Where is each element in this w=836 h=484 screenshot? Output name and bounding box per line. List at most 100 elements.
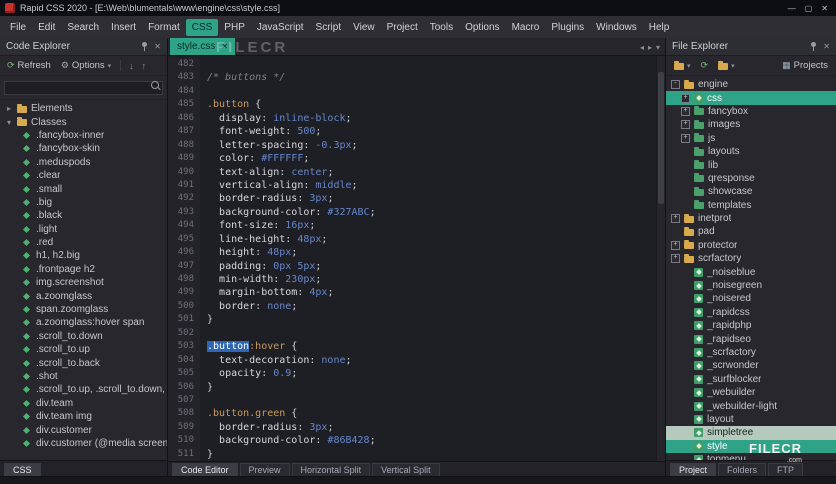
menu-item-search[interactable]: Search bbox=[61, 19, 105, 36]
tree-item[interactable]: .frontpage h2 bbox=[0, 263, 167, 276]
menu-item-insert[interactable]: Insert bbox=[105, 19, 142, 36]
expand-icon[interactable]: + bbox=[671, 254, 680, 264]
code-line[interactable]: 494 font-size: 16px; bbox=[168, 219, 656, 233]
code-line[interactable]: 497 padding: 0px 5px; bbox=[168, 259, 656, 273]
close-tab-icon[interactable]: ✕ bbox=[221, 42, 228, 51]
projects-button[interactable]: ▦ Projects bbox=[779, 59, 831, 72]
refresh-folder-button[interactable]: ⟳ bbox=[698, 59, 712, 72]
expand-icon[interactable]: + bbox=[681, 93, 690, 103]
file-tree-item[interactable]: templates bbox=[666, 199, 836, 212]
refresh-button[interactable]: ⟳ Refresh bbox=[4, 59, 54, 72]
pin-icon[interactable] bbox=[141, 42, 148, 51]
close-button[interactable]: ✕ bbox=[821, 4, 828, 13]
tree-item[interactable]: .small bbox=[0, 182, 167, 195]
file-tree-item[interactable]: - engine bbox=[666, 78, 836, 91]
file-tree-item[interactable]: _noisegreen bbox=[666, 279, 836, 292]
tree-item[interactable]: a.zoomglass bbox=[0, 289, 167, 302]
menu-item-project[interactable]: Project bbox=[381, 19, 424, 36]
tab-list-icon[interactable]: ▾ bbox=[656, 43, 660, 52]
menu-item-view[interactable]: View bbox=[347, 19, 381, 36]
code-line[interactable]: 493 background-color: #327ABC; bbox=[168, 205, 656, 220]
file-tree-item[interactable]: + js bbox=[666, 132, 836, 145]
file-tree-item[interactable]: + fancybox bbox=[666, 105, 836, 118]
file-tree-item[interactable]: + scrfactory bbox=[666, 252, 836, 265]
menu-item-file[interactable]: File bbox=[4, 19, 32, 36]
file-tree-item[interactable]: style bbox=[666, 439, 836, 453]
tree-item[interactable]: a.zoomglass:hover span bbox=[0, 316, 167, 329]
code-line[interactable]: 496 height: 48px; bbox=[168, 246, 656, 260]
menu-item-plugins[interactable]: Plugins bbox=[545, 19, 590, 36]
code-line[interactable]: 486 display: inline-block; bbox=[168, 111, 656, 126]
tree-item[interactable]: div.customer (@media screen bbox=[0, 437, 167, 450]
editor-scrollbar[interactable] bbox=[656, 56, 665, 461]
file-tree-item[interactable]: + protector bbox=[666, 239, 836, 252]
menu-item-format[interactable]: Format bbox=[142, 19, 186, 36]
scroll-tabs-left-icon[interactable]: ◂ bbox=[640, 43, 644, 52]
code-line[interactable]: 504 text-decoration: none; bbox=[168, 353, 656, 368]
code-line[interactable]: 485 .button { bbox=[168, 98, 656, 112]
file-tree-item[interactable]: qresponse bbox=[666, 172, 836, 185]
expand-icon[interactable]: + bbox=[671, 214, 680, 224]
menu-item-help[interactable]: Help bbox=[643, 19, 676, 36]
menu-item-javascript[interactable]: JavaScript bbox=[251, 19, 310, 36]
menu-item-php[interactable]: PHP bbox=[218, 19, 251, 36]
code-line[interactable]: 509 border-radius: 3px; bbox=[168, 420, 656, 435]
menu-item-script[interactable]: Script bbox=[310, 19, 348, 36]
code-line[interactable]: 501} bbox=[168, 313, 656, 327]
code-line[interactable]: 506} bbox=[168, 380, 656, 394]
code-line[interactable]: 482 bbox=[168, 58, 656, 72]
code-line[interactable]: 483 /* buttons */ bbox=[168, 71, 656, 85]
menu-item-macro[interactable]: Macro bbox=[506, 19, 546, 36]
code-line[interactable]: 495 line-height: 48px; bbox=[168, 232, 656, 247]
menu-item-tools[interactable]: Tools bbox=[424, 19, 459, 36]
scrollbar-thumb[interactable] bbox=[658, 72, 664, 204]
code-line[interactable]: 500 border: none; bbox=[168, 299, 656, 314]
view-tab-code-editor[interactable]: Code Editor bbox=[172, 463, 238, 477]
code-line[interactable]: 505 opacity: 0.9; bbox=[168, 367, 656, 381]
tree-item[interactable]: .big bbox=[0, 196, 167, 209]
file-tree-item[interactable]: simpletree bbox=[666, 426, 836, 440]
code-line[interactable]: 507 bbox=[168, 393, 656, 408]
tree-item[interactable]: .meduspods bbox=[0, 156, 167, 169]
tree-item[interactable]: .black bbox=[0, 209, 167, 222]
file-tree-item[interactable]: _webuilder-light bbox=[666, 399, 836, 412]
expand-icon[interactable]: + bbox=[681, 120, 690, 130]
code-line[interactable]: 511} bbox=[168, 447, 656, 461]
menu-item-options[interactable]: Options bbox=[459, 19, 505, 36]
tree-item[interactable]: .scroll_to.up, .scroll_to.down, bbox=[0, 383, 167, 396]
code-line[interactable]: 484 bbox=[168, 84, 656, 99]
code-line[interactable]: 488 letter-spacing: -0.3px; bbox=[168, 138, 656, 153]
search-input[interactable] bbox=[4, 81, 163, 95]
tree-item[interactable]: img.screenshot bbox=[0, 276, 167, 289]
file-tree-item[interactable]: + images bbox=[666, 118, 836, 131]
menu-item-windows[interactable]: Windows bbox=[590, 19, 643, 36]
file-tree-item[interactable]: _rapidcss bbox=[666, 306, 836, 319]
file-tree-item[interactable]: _surfblocker bbox=[666, 373, 836, 386]
code-editor[interactable]: 482 483/* buttons */484 485 .button {486 di… bbox=[168, 56, 665, 461]
tree-item[interactable]: div.team bbox=[0, 397, 167, 410]
code-line[interactable]: 491 vertical-align: middle; bbox=[168, 178, 656, 193]
options-button[interactable]: ⚙ Options ▾ bbox=[58, 59, 114, 72]
file-tree-item[interactable]: _noiseblue bbox=[666, 265, 836, 278]
file-tree-item[interactable]: + inetprot bbox=[666, 212, 836, 225]
file-tree-item[interactable]: layout bbox=[666, 413, 836, 426]
file-tree-item[interactable]: _scrfactory bbox=[666, 346, 836, 359]
code-line[interactable]: 510 background-color: #86B428; bbox=[168, 434, 656, 448]
tree-item[interactable]: .red bbox=[0, 236, 167, 249]
view-tab-vertical-split[interactable]: Vertical Split bbox=[372, 463, 440, 477]
close-panel-icon[interactable]: ✕ bbox=[154, 42, 161, 51]
tree-item[interactable]: .light bbox=[0, 223, 167, 236]
tab-css[interactable]: CSS bbox=[4, 463, 41, 477]
code-line[interactable]: 487 font-weight: 500; bbox=[168, 125, 656, 139]
file-tree-item[interactable]: _noisered bbox=[666, 292, 836, 305]
sort-up-button[interactable]: ↑ bbox=[140, 61, 149, 71]
code-line[interactable]: 508 .button.green { bbox=[168, 407, 656, 421]
file-tree-item[interactable]: _scrwonder bbox=[666, 359, 836, 372]
close-panel-icon[interactable]: ✕ bbox=[823, 42, 830, 51]
file-tree-item[interactable]: topmenu bbox=[666, 453, 836, 460]
code-line[interactable]: 492 border-radius: 3px; bbox=[168, 192, 656, 206]
open-folder-button[interactable]: ▾ bbox=[671, 60, 694, 71]
file-tree-item[interactable]: showcase bbox=[666, 185, 836, 198]
tree-item[interactable]: span.zoomglass bbox=[0, 303, 167, 316]
tree-item[interactable]: div.customer bbox=[0, 423, 167, 436]
